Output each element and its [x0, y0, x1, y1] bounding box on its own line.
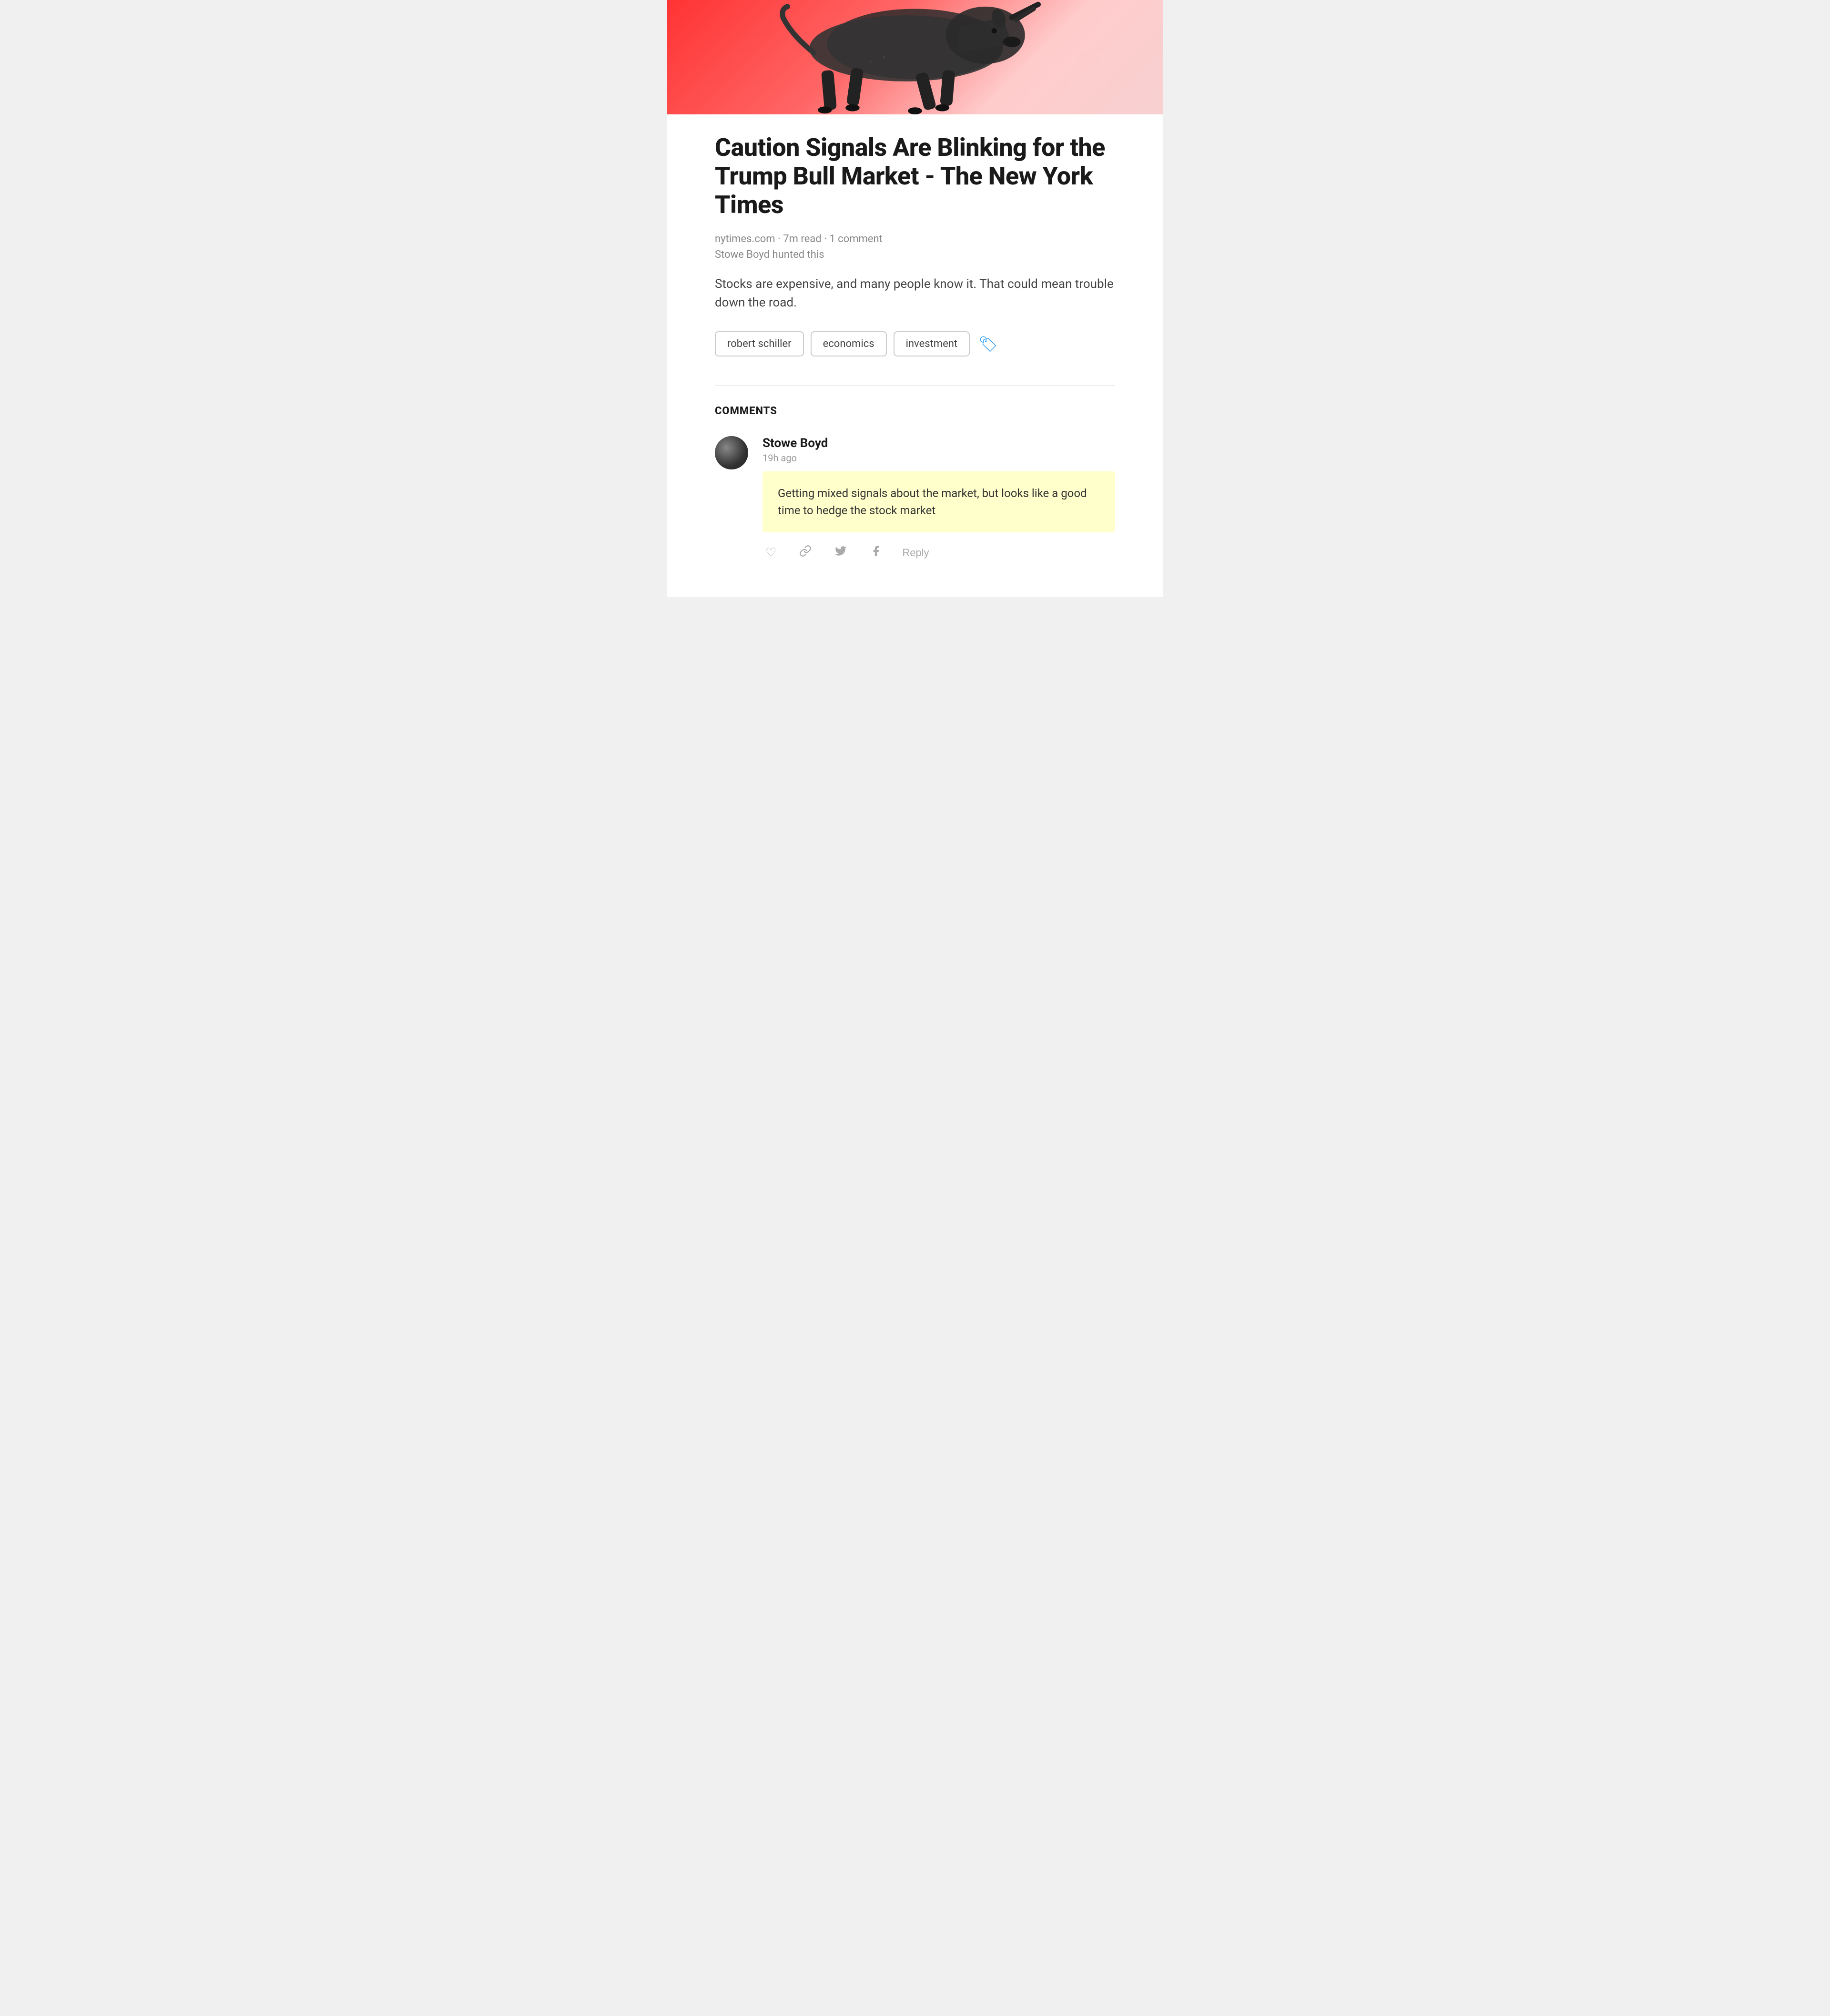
reply-button[interactable]: Reply	[902, 547, 929, 559]
bull-illustration	[667, 0, 1163, 114]
comment-time: 19h ago	[762, 452, 1115, 464]
twitter-icon	[834, 545, 847, 560]
twitter-button[interactable]	[832, 542, 850, 563]
comment-body: Stowe Boyd 19h ago Getting mixed signals…	[762, 436, 1115, 563]
article-comment-count: 1 comment	[829, 233, 882, 245]
comment-text-bubble: Getting mixed signals about the market, …	[762, 471, 1115, 532]
comment-author: Stowe Boyd	[762, 436, 1115, 450]
tag-investment[interactable]: investment	[894, 331, 970, 356]
link-icon	[799, 545, 812, 560]
hero-image	[667, 0, 1163, 114]
like-button[interactable]: ♡	[762, 542, 779, 563]
article-description: Stocks are expensive, and many people kn…	[715, 275, 1115, 312]
avatar-image	[715, 436, 748, 469]
comment-actions: ♡	[762, 542, 1115, 563]
facebook-icon	[870, 545, 882, 560]
article-title: Caution Signals Are Blinking for the Tru…	[715, 133, 1115, 219]
article-content: Caution Signals Are Blinking for the Tru…	[667, 114, 1163, 597]
tag-economics[interactable]: economics	[811, 331, 887, 356]
link-button[interactable]	[796, 542, 814, 563]
comment-item: Stowe Boyd 19h ago Getting mixed signals…	[715, 436, 1115, 563]
article-read-time: 7m read	[783, 233, 821, 245]
article-source: nytimes.com	[715, 233, 775, 245]
tags-container: robert schiller economics investment 🏷	[715, 331, 1115, 356]
tag-robert-schiller[interactable]: robert schiller	[715, 331, 804, 356]
comments-heading: COMMENTS	[715, 405, 1115, 417]
facebook-button[interactable]	[867, 542, 885, 563]
tag-add-icon[interactable]: 🏷	[976, 333, 1000, 355]
heart-icon: ♡	[765, 545, 776, 560]
avatar	[715, 436, 748, 469]
article-hunter: Stowe Boyd hunted this	[715, 249, 1115, 261]
comments-section: COMMENTS Stowe Boyd 19h ago Getting mixe…	[715, 385, 1115, 563]
page-container: Caution Signals Are Blinking for the Tru…	[667, 0, 1163, 597]
article-meta: nytimes.com · 7m read · 1 comment	[715, 233, 1115, 245]
comment-text: Getting mixed signals about the market, …	[778, 487, 1087, 517]
